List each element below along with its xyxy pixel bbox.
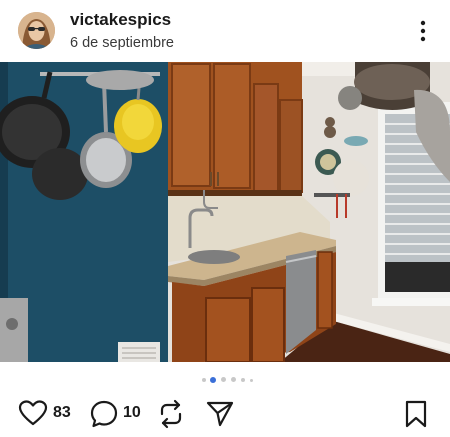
post-date: 6 de septiembre bbox=[70, 35, 174, 51]
comment-count[interactable]: 10 bbox=[123, 404, 141, 422]
post-header: victakespics 6 de septiembre bbox=[0, 0, 450, 62]
comment-icon bbox=[90, 400, 118, 428]
action-bar: 83 10 bbox=[0, 392, 450, 432]
like-count[interactable]: 83 bbox=[53, 404, 71, 422]
repost-button[interactable] bbox=[157, 399, 185, 434]
carousel-dot bbox=[250, 378, 253, 382]
carousel-dot-active bbox=[210, 377, 216, 383]
like-button[interactable] bbox=[18, 399, 48, 432]
save-button[interactable] bbox=[404, 399, 428, 434]
post-photo[interactable] bbox=[0, 62, 450, 362]
bookmark-icon bbox=[405, 400, 427, 428]
username[interactable]: victakespics bbox=[70, 10, 171, 30]
share-button[interactable] bbox=[205, 399, 235, 434]
carousel-indicator bbox=[200, 375, 260, 385]
send-icon bbox=[206, 401, 234, 427]
carousel-dot bbox=[221, 377, 226, 382]
carousel-dot bbox=[241, 378, 245, 382]
carousel-dot bbox=[231, 377, 236, 382]
comment-button[interactable] bbox=[89, 399, 119, 434]
more-options-icon[interactable] bbox=[410, 18, 436, 44]
repost-icon bbox=[160, 399, 182, 429]
carousel-dot bbox=[202, 378, 206, 382]
avatar[interactable] bbox=[18, 12, 55, 49]
heart-icon bbox=[18, 400, 48, 426]
